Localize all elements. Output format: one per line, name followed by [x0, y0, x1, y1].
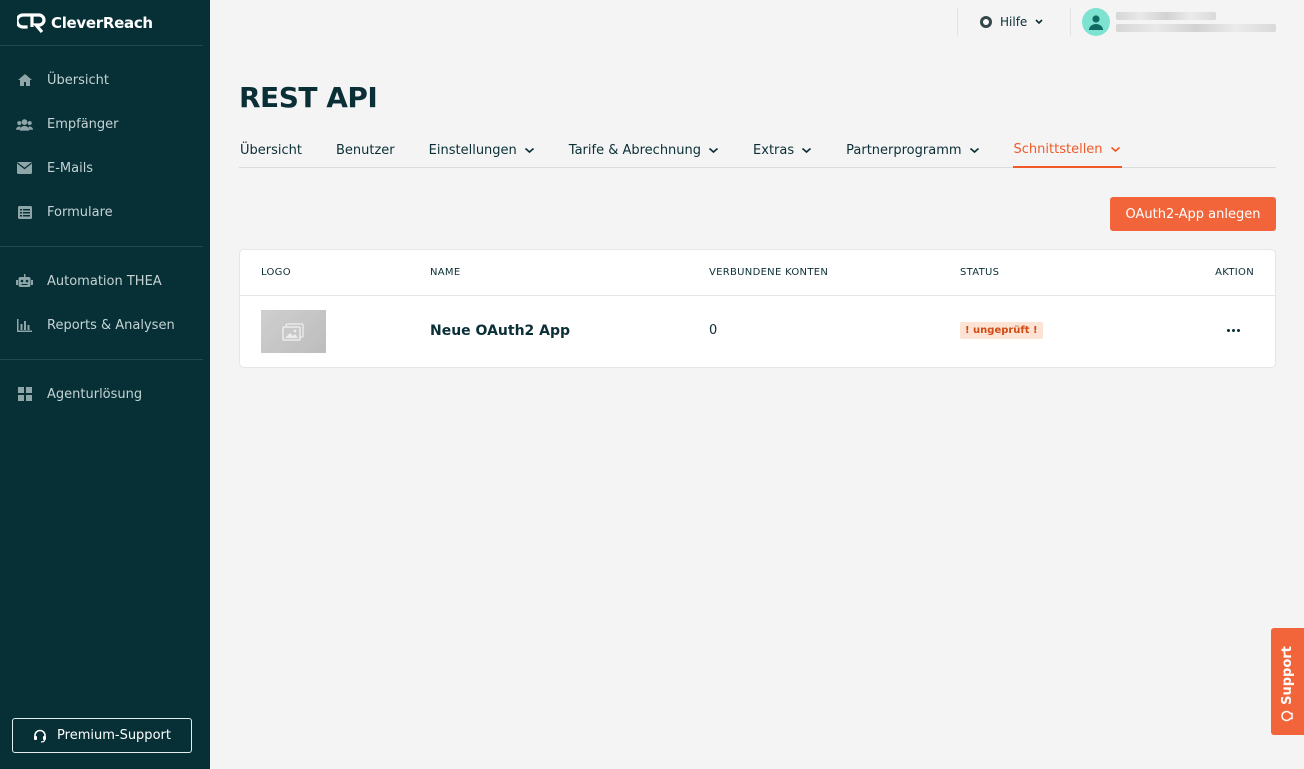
nav-group-agency: Agenturlösung	[0, 360, 203, 428]
user-icon	[1089, 14, 1103, 30]
avatar	[1082, 8, 1110, 36]
sidebar-item-label: E-Mails	[47, 160, 94, 176]
tab-settings[interactable]: Einstellungen	[428, 132, 536, 168]
tab-label: Einstellungen	[428, 142, 517, 158]
home-icon	[16, 72, 33, 89]
sidebar-item-forms[interactable]: Formulare	[0, 190, 203, 234]
column-header-name: NAME	[430, 267, 461, 278]
connected-accounts-count: 0	[709, 323, 718, 338]
support-label: Support	[1280, 646, 1296, 705]
create-oauth2-app-button[interactable]: OAuth2-App anlegen	[1110, 197, 1276, 231]
lifebuoy-icon	[980, 16, 992, 28]
sidebar-item-label: Agenturlösung	[47, 386, 143, 402]
users-icon	[16, 116, 33, 133]
column-header-accounts: VERBUNDENE KONTEN	[709, 267, 829, 278]
tab-interfaces[interactable]: Schnittstellen	[1012, 132, 1122, 168]
sidebar-item-overview[interactable]: Übersicht	[0, 58, 203, 102]
cleverreach-logo-icon	[17, 12, 46, 33]
tab-overview[interactable]: Übersicht	[239, 132, 303, 168]
topbar-divider	[957, 8, 958, 36]
chevron-down-icon	[524, 147, 534, 153]
envelope-icon	[16, 160, 33, 177]
tab-extras[interactable]: Extras	[752, 132, 813, 168]
sidebar: CleverReach Übersicht Empfänger E-Mails …	[0, 0, 210, 769]
app-name[interactable]: Neue OAuth2 App	[430, 323, 570, 339]
sidebar-item-emails[interactable]: E-Mails	[0, 146, 203, 190]
premium-support-button[interactable]: Premium-Support	[12, 718, 192, 753]
tab-partner-program[interactable]: Partnerprogramm	[845, 132, 980, 168]
tab-label: Benutzer	[335, 142, 395, 158]
page-title: REST API	[239, 81, 378, 114]
brand[interactable]: CleverReach	[0, 0, 203, 46]
sidebar-item-agency[interactable]: Agenturlösung	[0, 372, 203, 416]
topbar: Hilfe	[210, 0, 1304, 44]
column-header-status: STATUS	[960, 267, 1000, 278]
tab-bar: Übersicht Benutzer Einstellungen Tarife …	[239, 132, 1276, 168]
nav-group-main: Übersicht Empfänger E-Mails Formulare	[0, 46, 203, 247]
tab-label: Schnittstellen	[1013, 141, 1103, 157]
sidebar-item-label: Reports & Analysen	[47, 317, 175, 333]
column-header-logo: LOGO	[261, 267, 291, 278]
column-header-action: AKTION	[1215, 267, 1254, 278]
headset-icon	[34, 729, 47, 743]
sidebar-item-reports[interactable]: Reports & Analysen	[0, 303, 203, 347]
tab-users[interactable]: Benutzer	[335, 132, 396, 168]
chevron-down-icon	[969, 147, 979, 153]
bar-chart-icon	[16, 317, 33, 334]
sidebar-item-label: Empfänger	[47, 116, 119, 132]
sidebar-item-recipients[interactable]: Empfänger	[0, 102, 203, 146]
status-badge: ! ungeprüft !	[960, 322, 1043, 339]
grid-icon	[16, 386, 33, 403]
tab-label: Extras	[753, 142, 795, 158]
tab-label: Übersicht	[240, 142, 302, 158]
premium-support-label: Premium-Support	[57, 728, 171, 743]
chevron-down-icon	[709, 147, 719, 153]
chevron-down-icon	[802, 147, 812, 153]
chevron-down-icon	[1035, 19, 1043, 25]
support-tab[interactable]: Support	[1271, 628, 1304, 735]
lightbulb-icon	[1280, 710, 1293, 722]
robot-icon	[16, 273, 33, 290]
chevron-down-icon	[1110, 146, 1120, 152]
table-row[interactable]: Neue OAuth2 App 0 ! ungeprüft !	[240, 296, 1275, 368]
help-label: Hilfe	[1000, 15, 1028, 29]
tab-plans-billing[interactable]: Tarife & Abrechnung	[568, 132, 720, 168]
image-placeholder-icon	[281, 322, 304, 341]
tab-label: Tarife & Abrechnung	[568, 142, 702, 158]
brand-name: CleverReach	[51, 13, 153, 32]
app-logo-placeholder	[261, 310, 326, 353]
apps-table: LOGO NAME VERBUNDENE KONTEN STATUS AKTIO…	[239, 249, 1276, 368]
table-header: LOGO NAME VERBUNDENE KONTEN STATUS AKTIO…	[240, 250, 1275, 296]
sidebar-item-automation-thea[interactable]: Automation THEA	[0, 259, 203, 303]
blurred-user-info	[1116, 12, 1276, 32]
sidebar-item-label: Automation THEA	[47, 273, 162, 289]
help-menu[interactable]: Hilfe	[980, 12, 1045, 32]
tab-label: Partnerprogramm	[846, 142, 962, 158]
sidebar-item-label: Übersicht	[47, 72, 109, 88]
topbar-divider	[1070, 8, 1071, 36]
more-actions-icon[interactable]	[1223, 320, 1243, 340]
user-menu[interactable]	[1082, 8, 1276, 36]
nav-group-automation: Automation THEA Reports & Analysen	[0, 247, 203, 360]
form-list-icon	[16, 204, 33, 221]
sidebar-item-label: Formulare	[47, 204, 113, 220]
